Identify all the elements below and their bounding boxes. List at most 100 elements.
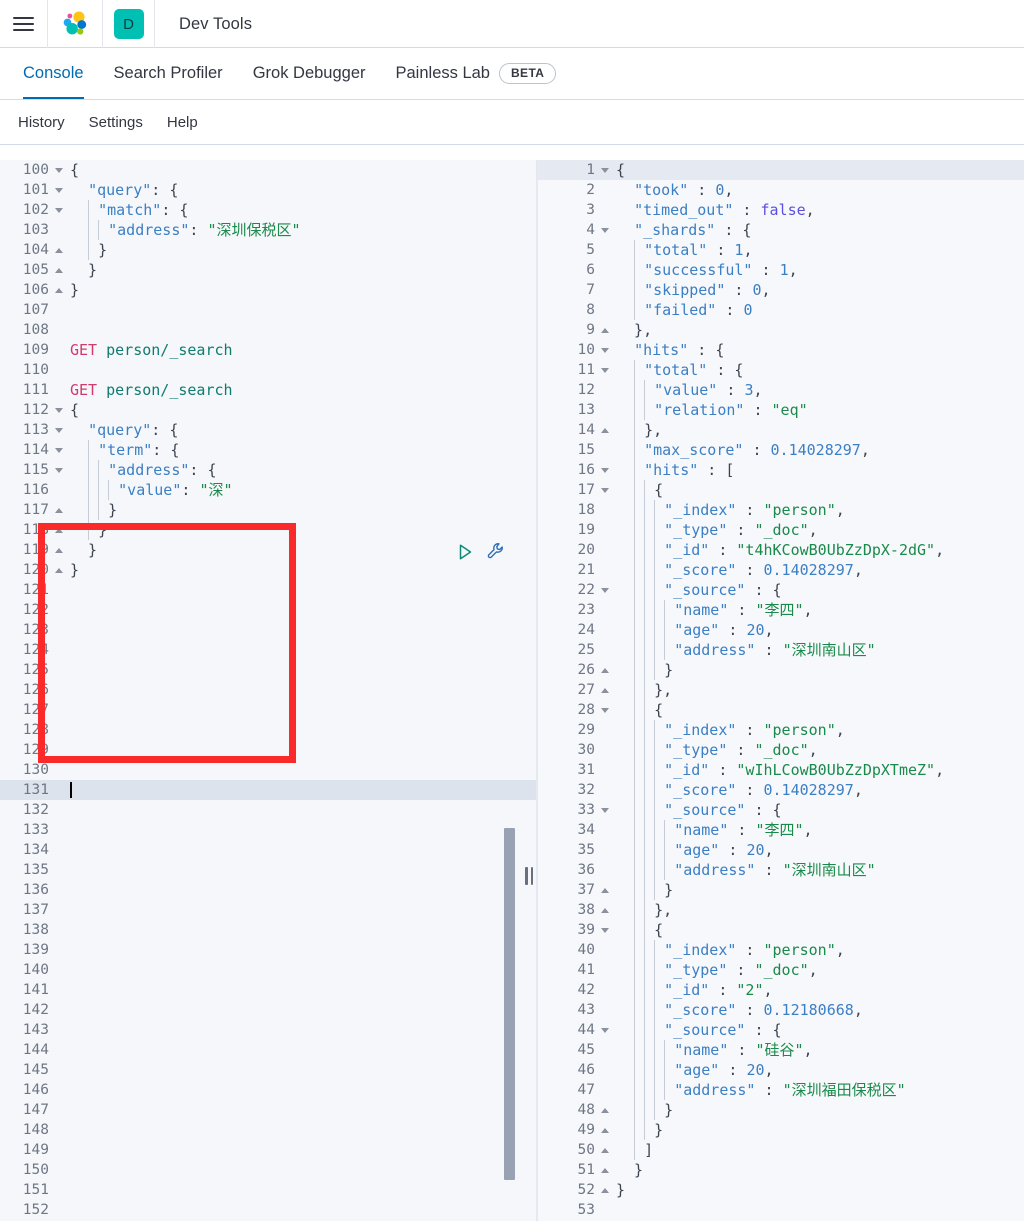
fold-toggle-icon[interactable] bbox=[598, 700, 612, 720]
code-line[interactable]: 138 bbox=[0, 920, 537, 940]
fold-toggle-icon[interactable] bbox=[52, 540, 66, 560]
code-line[interactable]: 108 bbox=[0, 320, 537, 340]
help-button[interactable]: Help bbox=[157, 110, 208, 135]
code-line[interactable]: 37 } bbox=[538, 880, 1024, 900]
fold-toggle-icon[interactable] bbox=[598, 680, 612, 700]
code-line[interactable]: 131 bbox=[0, 780, 537, 800]
code-line[interactable]: 48 } bbox=[538, 1100, 1024, 1120]
code-line[interactable]: 49 } bbox=[538, 1120, 1024, 1140]
code-line[interactable]: 21 "_score" : 0.14028297, bbox=[538, 560, 1024, 580]
fold-toggle-icon[interactable] bbox=[598, 900, 612, 920]
code-line[interactable]: 19 "_type" : "_doc", bbox=[538, 520, 1024, 540]
code-line[interactable]: 11 "total" : { bbox=[538, 360, 1024, 380]
code-line[interactable]: 124 bbox=[0, 640, 537, 660]
code-line[interactable]: 152 bbox=[0, 1200, 537, 1220]
code-line[interactable]: 4 "_shards" : { bbox=[538, 220, 1024, 240]
space-switcher-button[interactable]: D bbox=[103, 0, 155, 48]
code-line[interactable]: 126 bbox=[0, 680, 537, 700]
code-line[interactable]: 115 "address": { bbox=[0, 460, 537, 480]
code-line[interactable]: 26 } bbox=[538, 660, 1024, 680]
code-line[interactable]: 18 "_index" : "person", bbox=[538, 500, 1024, 520]
code-line[interactable]: 31 "_id" : "wIhLCowB0UbZzDpXTmeZ", bbox=[538, 760, 1024, 780]
code-line[interactable]: 141 bbox=[0, 980, 537, 1000]
fold-toggle-icon[interactable] bbox=[52, 520, 66, 540]
code-line[interactable]: 23 "name" : "李四", bbox=[538, 600, 1024, 620]
code-line[interactable]: 151 bbox=[0, 1180, 537, 1200]
pane-resize-handle[interactable] bbox=[523, 865, 535, 887]
fold-toggle-icon[interactable] bbox=[598, 580, 612, 600]
code-line[interactable]: 103 "address": "深圳保税区" bbox=[0, 220, 537, 240]
code-line[interactable]: 121 bbox=[0, 580, 537, 600]
code-line[interactable]: 109 GET person/_search bbox=[0, 340, 537, 360]
fold-toggle-icon[interactable] bbox=[598, 1120, 612, 1140]
code-line[interactable]: 8 "failed" : 0 bbox=[538, 300, 1024, 320]
fold-toggle-icon[interactable] bbox=[598, 1180, 612, 1200]
code-line[interactable]: 13 "relation" : "eq" bbox=[538, 400, 1024, 420]
fold-toggle-icon[interactable] bbox=[598, 460, 612, 480]
code-line[interactable]: 111 GET person/_search bbox=[0, 380, 537, 400]
code-line[interactable]: 127 bbox=[0, 700, 537, 720]
fold-toggle-icon[interactable] bbox=[598, 1160, 612, 1180]
tab-search-profiler[interactable]: Search Profiler bbox=[99, 48, 238, 99]
fold-toggle-icon[interactable] bbox=[598, 800, 612, 820]
code-line[interactable]: 137 bbox=[0, 900, 537, 920]
code-line[interactable]: 120} bbox=[0, 560, 537, 580]
request-editor-pane[interactable]: 100{101 "query": {102 "match": {103 "add… bbox=[0, 160, 537, 1221]
fold-toggle-icon[interactable] bbox=[52, 460, 66, 480]
code-line[interactable]: 9 }, bbox=[538, 320, 1024, 340]
code-line[interactable]: 33 "_source" : { bbox=[538, 800, 1024, 820]
code-line[interactable]: 17 { bbox=[538, 480, 1024, 500]
code-line[interactable]: 15 "max_score" : 0.14028297, bbox=[538, 440, 1024, 460]
code-line[interactable]: 145 bbox=[0, 1060, 537, 1080]
code-line[interactable]: 105 } bbox=[0, 260, 537, 280]
code-line[interactable]: 52} bbox=[538, 1180, 1024, 1200]
code-line[interactable]: 101 "query": { bbox=[0, 180, 537, 200]
code-line[interactable]: 117 } bbox=[0, 500, 537, 520]
code-line[interactable]: 24 "age" : 20, bbox=[538, 620, 1024, 640]
code-line[interactable]: 134 bbox=[0, 840, 537, 860]
code-line[interactable]: 122 bbox=[0, 600, 537, 620]
tab-painless-lab[interactable]: Painless Lab BETA bbox=[381, 48, 572, 99]
code-line[interactable]: 132 bbox=[0, 800, 537, 820]
nav-menu-button[interactable] bbox=[0, 0, 48, 48]
fold-toggle-icon[interactable] bbox=[598, 220, 612, 240]
code-line[interactable]: 1{ bbox=[538, 160, 1024, 180]
code-line[interactable]: 149 bbox=[0, 1140, 537, 1160]
fold-toggle-icon[interactable] bbox=[52, 400, 66, 420]
code-line[interactable]: 107 bbox=[0, 300, 537, 320]
code-line[interactable]: 148 bbox=[0, 1120, 537, 1140]
code-line[interactable]: 110 bbox=[0, 360, 537, 380]
code-line[interactable]: 30 "_type" : "_doc", bbox=[538, 740, 1024, 760]
code-line[interactable]: 22 "_source" : { bbox=[538, 580, 1024, 600]
code-line[interactable]: 140 bbox=[0, 960, 537, 980]
code-line[interactable]: 104 } bbox=[0, 240, 537, 260]
code-line[interactable]: 112 { bbox=[0, 400, 537, 420]
fold-toggle-icon[interactable] bbox=[598, 1140, 612, 1160]
code-line[interactable]: 10 "hits" : { bbox=[538, 340, 1024, 360]
code-line[interactable]: 139 bbox=[0, 940, 537, 960]
fold-toggle-icon[interactable] bbox=[598, 360, 612, 380]
fold-toggle-icon[interactable] bbox=[52, 280, 66, 300]
code-line[interactable]: 125 bbox=[0, 660, 537, 680]
code-line[interactable]: 27 }, bbox=[538, 680, 1024, 700]
code-line[interactable]: 123 bbox=[0, 620, 537, 640]
code-line[interactable]: 150 bbox=[0, 1160, 537, 1180]
code-line[interactable]: 14 }, bbox=[538, 420, 1024, 440]
code-line[interactable]: 43 "_score" : 0.12180668, bbox=[538, 1000, 1024, 1020]
fold-toggle-icon[interactable] bbox=[598, 660, 612, 680]
code-line[interactable]: 51 } bbox=[538, 1160, 1024, 1180]
code-line[interactable]: 34 "name" : "李四", bbox=[538, 820, 1024, 840]
code-line[interactable]: 118 } bbox=[0, 520, 537, 540]
fold-toggle-icon[interactable] bbox=[52, 160, 66, 180]
code-line[interactable]: 47 "address" : "深圳福田保税区" bbox=[538, 1080, 1024, 1100]
fold-toggle-icon[interactable] bbox=[52, 200, 66, 220]
code-line[interactable]: 5 "total" : 1, bbox=[538, 240, 1024, 260]
code-line[interactable]: 46 "age" : 20, bbox=[538, 1060, 1024, 1080]
fold-toggle-icon[interactable] bbox=[52, 240, 66, 260]
code-line[interactable]: 32 "_score" : 0.14028297, bbox=[538, 780, 1024, 800]
code-line[interactable]: 143 bbox=[0, 1020, 537, 1040]
code-line[interactable]: 2 "took" : 0, bbox=[538, 180, 1024, 200]
code-line[interactable]: 3 "timed_out" : false, bbox=[538, 200, 1024, 220]
tab-console[interactable]: Console bbox=[8, 48, 99, 99]
code-line[interactable]: 25 "address" : "深圳南山区" bbox=[538, 640, 1024, 660]
